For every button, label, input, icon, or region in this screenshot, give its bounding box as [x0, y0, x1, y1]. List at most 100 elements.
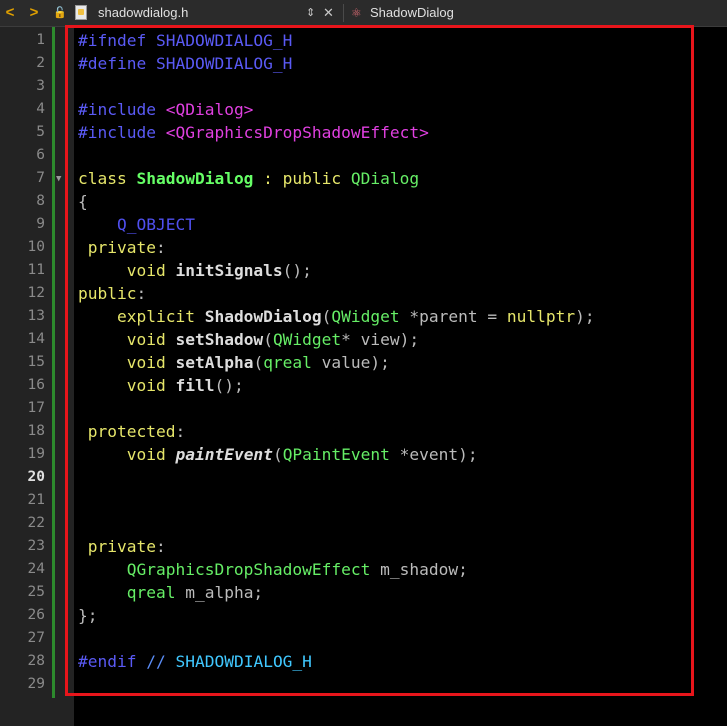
line-number: 3 [36, 78, 45, 94]
code-token: ShadowDialog [204, 307, 322, 326]
line-number: 2 [36, 55, 45, 71]
chevron-right-icon[interactable]: > [26, 0, 42, 26]
line-number: 28 [27, 653, 45, 669]
symbol-icon: ⚛ [351, 6, 362, 20]
code-token: #define SHADOWDIALOG_H [78, 54, 293, 73]
code-line[interactable]: #endif // SHADOWDIALOG_H [78, 650, 312, 673]
lock-icon[interactable]: 🔓 [53, 0, 67, 26]
code-token: void [126, 376, 176, 395]
code-line[interactable]: private: [78, 535, 166, 558]
line-number: 29 [27, 676, 45, 692]
code-token: { [78, 192, 88, 211]
code-token: fill [175, 376, 215, 395]
code-line[interactable]: { [78, 190, 88, 213]
code-token: : [136, 284, 147, 303]
code-token: #ifndef SHADOWDIALOG_H [78, 31, 293, 50]
code-token: ShadowDialog [136, 169, 254, 188]
code-line[interactable]: #include <QDialog> [78, 98, 253, 121]
code-token: SHADOWDIALOG_H [175, 652, 312, 671]
code-line[interactable]: QGraphicsDropShadowEffect m_shadow; [78, 558, 468, 581]
code-line[interactable]: qreal m_alpha; [78, 581, 263, 604]
code-line[interactable]: public: [78, 282, 146, 305]
line-number: 12 [27, 285, 45, 301]
code-line[interactable]: #ifndef SHADOWDIALOG_H [78, 29, 292, 52]
code-line[interactable]: class ShadowDialog : public QDialog [78, 167, 419, 190]
code-token: #include [78, 100, 166, 119]
code-token: qreal [263, 353, 312, 372]
line-number: 13 [27, 308, 45, 324]
code-line[interactable]: private: [78, 236, 166, 259]
code-line[interactable]: void initSignals(); [78, 259, 312, 282]
line-number: 9 [36, 216, 45, 232]
code-token: * view); [341, 330, 420, 349]
line-number: 19 [27, 446, 45, 462]
line-number: 21 [27, 492, 45, 508]
code-token: : [155, 238, 166, 257]
line-number: 16 [27, 377, 45, 393]
toolbar-divider [343, 4, 344, 22]
updown-arrows-icon[interactable]: ⇕ [306, 0, 315, 26]
code-token: void [126, 353, 176, 372]
code-token: public [78, 284, 137, 303]
line-number: 24 [27, 561, 45, 577]
code-line[interactable]: void setAlpha(qreal value); [78, 351, 390, 374]
line-number: 23 [27, 538, 45, 554]
code-token: ( [253, 353, 264, 372]
code-line[interactable]: void fill(); [78, 374, 244, 397]
line-number: 11 [27, 262, 45, 278]
code-token: (); [214, 376, 244, 395]
close-icon[interactable]: ✕ [323, 0, 334, 26]
code-token: value); [311, 353, 390, 372]
line-number: 25 [27, 584, 45, 600]
code-line[interactable]: void setShadow(QWidget* view); [78, 328, 419, 351]
line-number: 6 [36, 147, 45, 163]
code-token: void [126, 445, 176, 464]
code-token: m_alpha; [175, 583, 264, 602]
code-token: : [175, 422, 186, 441]
line-number: 18 [27, 423, 45, 439]
code-line[interactable]: protected: [78, 420, 185, 443]
line-number: 10 [27, 239, 45, 255]
editor-toolbar: < > 🔓 shadowdialog.h ⇕ ✕ ⚛ ShadowDialog [0, 0, 727, 27]
code-token: #include [78, 123, 166, 142]
code-token: setAlpha [175, 353, 254, 372]
code-token: void [126, 261, 176, 280]
chevron-left-icon[interactable]: < [2, 0, 18, 26]
line-number: 20 [27, 469, 45, 485]
code-token: *event); [389, 445, 478, 464]
file-selector[interactable]: shadowdialog.h [98, 0, 188, 26]
code-token: setShadow [175, 330, 264, 349]
code-line[interactable]: void paintEvent(QPaintEvent *event); [78, 443, 478, 466]
line-number: 22 [27, 515, 45, 531]
code-token: paintEvent [175, 445, 273, 464]
line-number: 4 [36, 101, 45, 117]
code-token: private [78, 537, 156, 556]
code-token: class [78, 169, 137, 188]
code-line[interactable]: }; [78, 604, 98, 627]
code-token: (); [282, 261, 312, 280]
symbol-selector[interactable]: ShadowDialog [370, 0, 454, 26]
code-line[interactable]: #include <QGraphicsDropShadowEffect> [78, 121, 429, 144]
code-token: ( [263, 330, 273, 349]
code-token: QWidget [331, 307, 400, 326]
code-line[interactable]: #define SHADOWDIALOG_H [78, 52, 292, 75]
code-token: }; [78, 606, 98, 625]
code-token: m_shadow; [370, 560, 468, 579]
code-token: QPaintEvent [282, 445, 390, 464]
code-token: initSignals [175, 261, 283, 280]
code-line[interactable]: Q_OBJECT [78, 213, 195, 236]
code-token: : public [253, 169, 351, 188]
code-line[interactable]: explicit ShadowDialog(QWidget *parent = … [78, 305, 595, 328]
code-token: QGraphicsDropShadowEffect [126, 560, 371, 579]
code-token: // [146, 652, 176, 671]
code-token: private [78, 238, 156, 257]
fold-arrow-icon[interactable]: ▼ [56, 172, 61, 186]
line-number: 7 [36, 170, 45, 186]
